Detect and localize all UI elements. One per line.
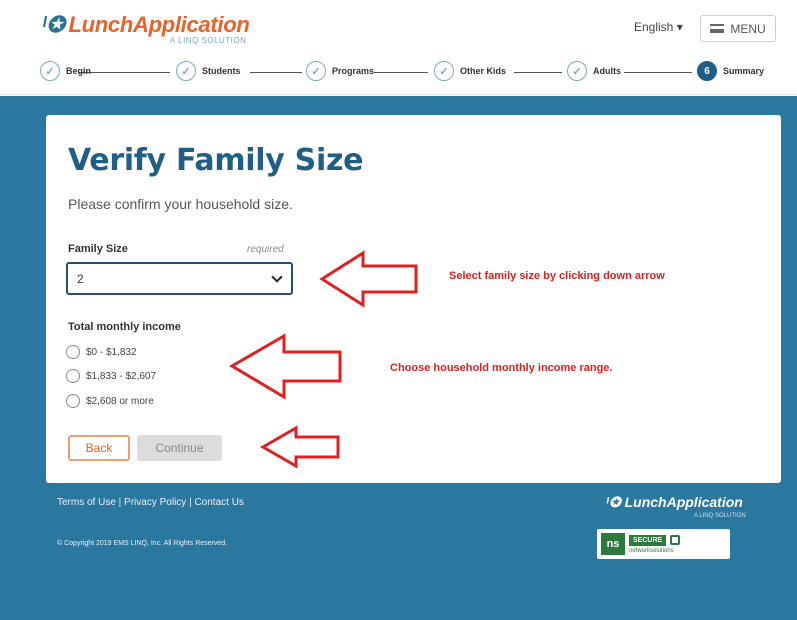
ns-logo: ns <box>601 533 625 555</box>
annotation-arrows <box>229 250 418 469</box>
left-arrow-icon <box>319 250 418 308</box>
secure-provider: networksolutions <box>629 547 674 554</box>
lock-icon <box>670 535 681 545</box>
logo-mark-icon: ᴵ✪ <box>606 494 625 510</box>
left-arrow-icon <box>229 333 342 400</box>
page: ᴵ✪ LunchApplication A LINQ SOLUTION Engli… <box>0 0 797 620</box>
annotation-income: Choose household monthly income range. <box>390 362 613 374</box>
secure-badge[interactable]: ns SECURE networksolutions <box>597 529 730 559</box>
copyright-text: © Copyright 2019 EMS LINQ, Inc. All Righ… <box>57 540 228 547</box>
footer-logo-subtext: A LINQ SOLUTION <box>694 513 746 519</box>
footer-links[interactable]: Terms of Use | Privacy Policy | Contact … <box>57 497 244 508</box>
secure-text: SECURE networksolutions <box>629 534 681 554</box>
footer-logo: ᴵ✪ LunchApplication <box>606 494 743 510</box>
secure-label: SECURE <box>629 534 667 546</box>
annotation-family-size: Select family size by clicking down arro… <box>449 270 665 282</box>
left-arrow-icon <box>259 425 340 469</box>
